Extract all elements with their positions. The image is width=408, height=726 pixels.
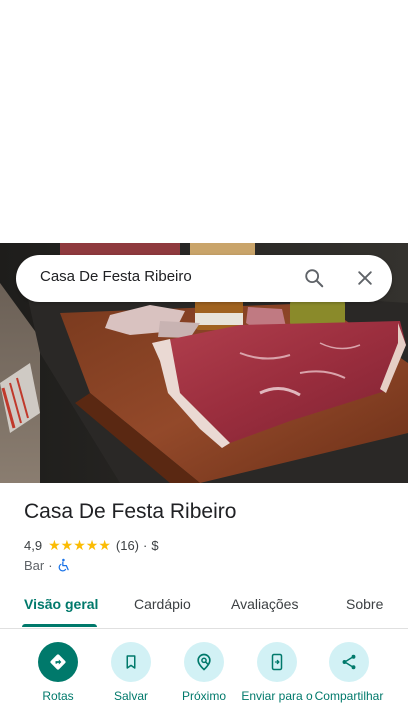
price-level: $ [151,537,159,553]
tab-reviews[interactable]: Avaliações [231,596,298,612]
place-tabs: Visão geral Cardápio Avaliações Sobre [0,584,408,629]
nearby-icon[interactable] [184,642,224,682]
nearby-button[interactable]: Próximo [166,642,242,703]
directions-button[interactable]: Rotas [20,642,96,703]
star-icon: ★ [73,537,86,553]
search-icon[interactable] [302,266,326,290]
separator-dot: · [143,537,148,553]
search-bar[interactable]: Casa De Festa Ribeiro [16,255,392,302]
separator-dot: · [48,557,53,573]
share-button[interactable]: Compartilhar [311,642,387,703]
tab-overview[interactable]: Visão geral [24,596,98,612]
wheelchair-icon [57,558,71,572]
star-icon: ★ [85,537,99,553]
share-icon[interactable] [329,642,369,682]
action-buttons-row: Rotas Salvar Próximo Enviar para o Compa… [0,640,408,726]
tab-menu[interactable]: Cardápio [134,596,191,612]
place-category: Bar [24,557,45,573]
save-label: Salvar [113,689,148,703]
star-icon: ★ [60,537,74,553]
category-row: Bar · [24,556,71,574]
review-count[interactable]: (16) [116,538,139,553]
close-icon[interactable] [353,266,377,290]
tab-about[interactable]: Sobre [346,596,383,612]
share-label: Compartilhar [314,689,384,703]
bookmark-icon[interactable] [111,642,151,682]
star-icon: ★ [98,537,111,553]
rating-stars: ★ ★ ★ ★ ★ [48,538,111,552]
rating-value: 4,9 [24,537,43,553]
place-title: Casa De Festa Ribeiro [24,500,237,523]
rating-row[interactable]: 4,9 ★ ★ ★ ★ ★ (16) · $ [24,536,159,554]
send-to-phone-icon[interactable] [257,642,297,682]
save-button[interactable]: Salvar [93,642,169,703]
search-query-text[interactable]: Casa De Festa Ribeiro [40,268,192,285]
map-area-blank [0,0,408,243]
directions-label: Rotas [42,689,74,703]
directions-icon[interactable] [38,642,78,682]
active-tab-indicator [22,624,97,627]
star-icon: ★ [48,537,61,553]
maps-place-screen: Casa De Festa Ribeiro Casa De Festa Ribe… [0,0,408,726]
send-to-phone-label: Enviar para o [241,689,313,703]
nearby-label: Próximo [181,689,226,703]
send-to-phone-button[interactable]: Enviar para o [239,642,315,703]
